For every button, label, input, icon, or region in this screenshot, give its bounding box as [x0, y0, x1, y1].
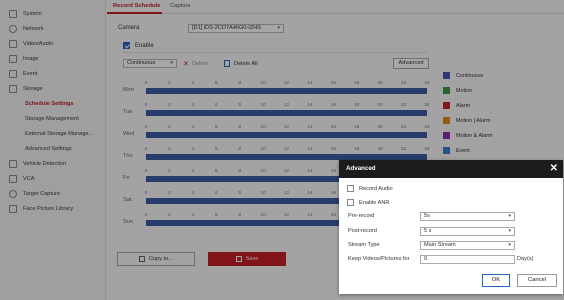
stream-type-value: Main Stream	[424, 242, 456, 248]
keep-unit: Day(s)	[517, 256, 534, 262]
record-audio-label: Record Audio	[359, 185, 393, 192]
stream-type-select[interactable]: Main Stream ▾	[420, 241, 515, 250]
post-record-value: 5 s	[424, 228, 432, 234]
dialog-header: Advanced ✕	[339, 160, 563, 178]
chevron-down-icon: ▾	[508, 242, 511, 248]
enable-anr-label: Enable ANR	[359, 199, 390, 206]
post-record-label: Post-record	[348, 228, 377, 234]
pre-record-select[interactable]: 5s ▾	[420, 212, 515, 221]
close-icon[interactable]: ✕	[550, 163, 558, 175]
enable-anr-row: Enable ANR	[347, 199, 389, 206]
dialog-title: Advanced	[346, 165, 376, 172]
advanced-dialog: Advanced ✕ Record Audio Enable ANR Pre-r…	[339, 160, 563, 294]
keep-days-input[interactable]: 0	[420, 255, 515, 264]
record-audio-checkbox[interactable]	[347, 185, 354, 192]
cancel-button[interactable]: Cancel	[517, 274, 557, 287]
chevron-down-icon: ▾	[508, 213, 511, 219]
keep-label: Keep Videos/Pictures for	[348, 256, 410, 262]
chevron-down-icon: ▾	[508, 228, 511, 234]
stream-type-label: Stream Type	[348, 242, 380, 248]
keep-days-value: 0	[424, 256, 428, 262]
pre-record-value: 5s	[424, 213, 430, 219]
post-record-select[interactable]: 5 s ▾	[420, 227, 515, 236]
ok-button[interactable]: OK	[482, 274, 510, 287]
record-audio-row: Record Audio	[347, 185, 393, 192]
enable-anr-checkbox[interactable]	[347, 199, 354, 206]
pre-record-label: Pre-record	[348, 213, 375, 219]
